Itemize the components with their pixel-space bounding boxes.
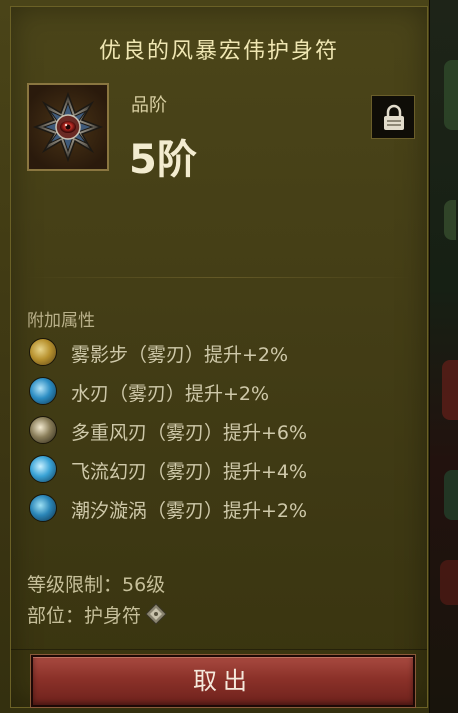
equipment-slot-info: 部位：护身符 [27, 601, 167, 630]
tooltip-window: 优良的风暴宏伟护身符 品阶 5阶 附加属性 雾影步（雾刃）提升+2% 水刃（雾刃… [0, 0, 458, 713]
amulet-slot-icon [145, 603, 167, 630]
multi-wind-blade-skill-icon [29, 416, 57, 444]
water-blade-skill-icon [29, 377, 57, 405]
level-requirement: 等级限制：56级 [27, 574, 166, 596]
attribute-row: 水刃（雾刃）提升+2% [27, 372, 417, 411]
item-slot[interactable] [27, 83, 109, 171]
attribute-row: 飞流幻刃（雾刃）提升+4% [27, 450, 417, 489]
attribute-text: 飞流幻刃（雾刃）提升+4% [71, 461, 308, 483]
lock-button[interactable] [371, 95, 415, 139]
grade-label: 品阶 [131, 95, 167, 116]
wind-step-skill-icon [29, 338, 57, 366]
amulet-icon [32, 91, 104, 163]
attribute-row: 雾影步（雾刃）提升+2% [27, 333, 417, 372]
footer-divider [11, 649, 427, 650]
grade-value: 5阶 [129, 137, 197, 183]
item-tooltip-panel: 优良的风暴宏伟护身符 品阶 5阶 附加属性 雾影步（雾刃）提升+2% 水刃（雾刃… [10, 6, 428, 708]
attribute-row: 潮汐漩涡（雾刃）提升+2% [27, 489, 417, 528]
attribute-text: 潮汐漩涡（雾刃）提升+2% [71, 500, 308, 522]
attributes-list: 雾影步（雾刃）提升+2% 水刃（雾刃）提升+2% 多重风刃（雾刃）提升+6% 飞… [27, 333, 417, 528]
slot-value: 护身符 [84, 605, 142, 627]
attribute-row: 多重风刃（雾刃）提升+6% [27, 411, 417, 450]
background-scenery [429, 0, 458, 713]
tidal-vortex-skill-icon [29, 494, 57, 522]
attribute-text: 水刃（雾刃）提升+2% [71, 383, 270, 405]
attributes-heading: 附加属性 [27, 311, 95, 331]
attribute-text: 雾影步（雾刃）提升+2% [71, 344, 289, 366]
attribute-text: 多重风刃（雾刃）提升+6% [71, 422, 308, 444]
flying-blade-skill-icon [29, 455, 57, 483]
item-name: 优良的风暴宏伟护身符 [98, 39, 339, 64]
take-out-button[interactable]: 取出 [30, 654, 416, 708]
padlock-icon [384, 104, 404, 130]
slot-label: 部位： [27, 605, 85, 627]
section-divider [27, 277, 411, 278]
